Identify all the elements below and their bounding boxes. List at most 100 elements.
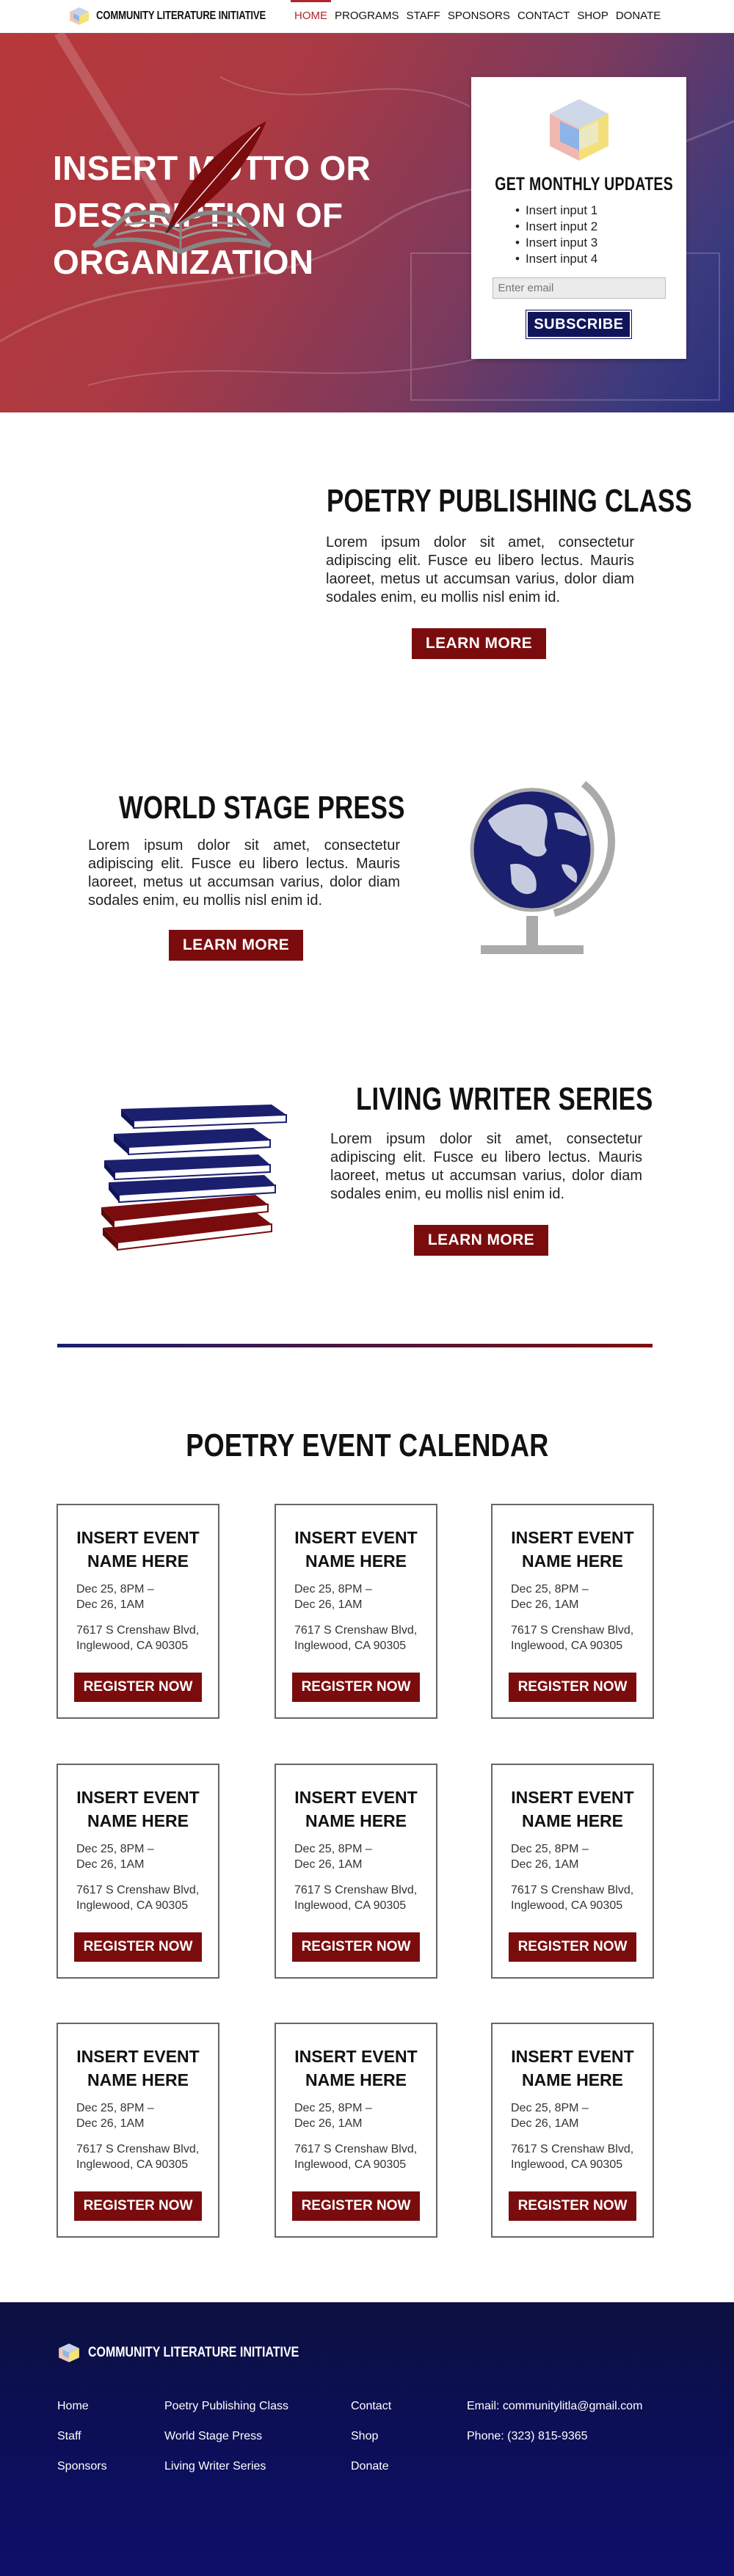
footer-link-donate[interactable]: Donate [351, 2459, 391, 2489]
event-address: 7617 S Crenshaw Blvd, Inglewood, CA 90305 [76, 1882, 218, 1913]
footer-brand-name: COMMUNITY LITERATURE INITIATIVE [88, 2345, 299, 2360]
register-now-button[interactable]: REGISTER NOW [292, 2191, 420, 2221]
event-date-end: Dec 26, 1AM [511, 1858, 579, 1871]
event-date-start: Dec 25, 8PM – [511, 2102, 589, 2114]
event-address-city: Inglewood, CA 90305 [294, 1899, 407, 1912]
event-date-start: Dec 25, 8PM – [76, 2102, 154, 2114]
register-now-button[interactable]: REGISTER NOW [292, 1932, 420, 1962]
footer-link-living-writer[interactable]: Living Writer Series [164, 2459, 288, 2489]
footer-link-home[interactable]: Home [57, 2399, 107, 2429]
event-address-city: Inglewood, CA 90305 [511, 1640, 623, 1652]
signup-title: GET MONTHLY UPDATES [495, 174, 674, 194]
footer-link-staff[interactable]: Staff [57, 2429, 107, 2459]
event-date-end: Dec 26, 1AM [76, 1858, 145, 1871]
signup-logo [542, 93, 616, 167]
event-address-city: Inglewood, CA 90305 [76, 2158, 189, 2171]
nav-brand-name: COMMUNITY LITERATURE INITIATIVE [96, 10, 266, 22]
event-address-city: Inglewood, CA 90305 [76, 1640, 189, 1652]
event-address: 7617 S Crenshaw Blvd, Inglewood, CA 90305 [511, 1623, 653, 1653]
book-stack-icon [101, 1105, 287, 1251]
event-address-street: 7617 S Crenshaw Blvd, [511, 1884, 634, 1896]
event-address-city: Inglewood, CA 90305 [294, 1640, 407, 1652]
event-card: INSERT EVENT NAME HERE Dec 25, 8PM – Dec 2… [491, 1764, 654, 1979]
footer-link-contact[interactable]: Contact [351, 2399, 391, 2429]
event-address-street: 7617 S Crenshaw Blvd, [294, 2143, 418, 2155]
nav-home[interactable]: HOME [291, 0, 331, 33]
event-name: INSERT EVENT NAME HERE [511, 1788, 634, 1830]
event-date-end: Dec 26, 1AM [294, 1858, 363, 1871]
event-date-end: Dec 26, 1AM [76, 1598, 145, 1611]
footer-link-world-stage-press[interactable]: World Stage Press [164, 2429, 288, 2459]
section-divider [57, 1344, 653, 1347]
feature-body: Lorem ipsum dolor sit amet, consectetur … [326, 534, 634, 605]
register-now-button[interactable]: REGISTER NOW [292, 1673, 420, 1702]
register-now-button[interactable]: REGISTER NOW [509, 1932, 636, 1962]
event-date: Dec 25, 8PM – Dec 26, 1AM [76, 1841, 218, 1872]
footer-phone: Phone: (323) 815-9365 [467, 2430, 588, 2442]
event-card: INSERT EVENT NAME HERE Dec 25, 8PM – Dec 2… [275, 2023, 437, 2238]
event-name: INSERT EVENT NAME HERE [294, 2047, 418, 2089]
event-address: 7617 S Crenshaw Blvd, Inglewood, CA 90305 [511, 2142, 653, 2172]
event-name: INSERT EVENT NAME HERE [76, 2047, 200, 2089]
event-date-start: Dec 25, 8PM – [511, 1583, 589, 1596]
footer-brand[interactable]: COMMUNITY LITERATURE INITIATIVE [57, 2343, 339, 2363]
nav-shop[interactable]: SHOP [573, 0, 612, 33]
register-now-button[interactable]: REGISTER NOW [509, 1673, 636, 1702]
nav-links: HOME PROGRAMS STAFF SPONSORS CONTACT SHO… [291, 0, 664, 33]
event-date-start: Dec 25, 8PM – [76, 1583, 154, 1596]
event-address: 7617 S Crenshaw Blvd, Inglewood, CA 90305 [294, 1623, 436, 1653]
event-address: 7617 S Crenshaw Blvd, Inglewood, CA 90305 [76, 1623, 218, 1653]
event-date-start: Dec 25, 8PM – [76, 1843, 154, 1855]
event-date-end: Dec 26, 1AM [294, 1598, 363, 1611]
event-date-start: Dec 25, 8PM – [294, 1843, 372, 1855]
event-address: 7617 S Crenshaw Blvd, Inglewood, CA 90305 [294, 2142, 436, 2172]
event-card: INSERT EVENT NAME HERE Dec 25, 8PM – Dec 2… [491, 2023, 654, 2238]
event-name: INSERT EVENT NAME HERE [294, 1788, 418, 1830]
nav-sponsors[interactable]: SPONSORS [444, 0, 514, 33]
nav-staff[interactable]: STAFF [403, 0, 444, 33]
event-card: INSERT EVENT NAME HERE Dec 25, 8PM – Dec 2… [275, 1504, 437, 1719]
subscribe-button[interactable]: SUBSCRIBE [526, 310, 632, 339]
feature-body: Lorem ipsum dolor sit amet, consectetur … [330, 1131, 642, 1202]
nav-brand[interactable]: COMMUNITY LITERATURE INITIATIVE [68, 7, 303, 26]
event-name: INSERT EVENT NAME HERE [76, 1788, 200, 1830]
register-now-button[interactable]: REGISTER NOW [509, 2191, 636, 2221]
event-address: 7617 S Crenshaw Blvd, Inglewood, CA 90305 [76, 2142, 218, 2172]
event-card: INSERT EVENT NAME HERE Dec 25, 8PM – Dec 2… [491, 1504, 654, 1719]
footer-email: Email: communitylitla@gmail.com [467, 2400, 643, 2412]
signup-bullet: Insert input 4 [515, 251, 686, 267]
footer: COMMUNITY LITERATURE INITIATIVE Home Sta… [0, 2302, 734, 2576]
event-date: Dec 25, 8PM – Dec 26, 1AM [511, 1841, 653, 1872]
learn-more-button[interactable]: LEARN MORE [169, 930, 303, 961]
event-address-street: 7617 S Crenshaw Blvd, [511, 2143, 634, 2155]
event-date: Dec 25, 8PM – Dec 26, 1AM [76, 2100, 218, 2131]
event-date-end: Dec 26, 1AM [511, 2117, 579, 2130]
event-name: INSERT EVENT NAME HERE [511, 1528, 634, 1571]
register-now-button[interactable]: REGISTER NOW [74, 1673, 202, 1702]
calendar-title: POETRY EVENT CALENDAR [0, 1427, 734, 1464]
nav-contact[interactable]: CONTACT [514, 0, 573, 33]
event-card: INSERT EVENT NAME HERE Dec 25, 8PM – Dec 2… [57, 1764, 219, 1979]
footer-link-sponsors[interactable]: Sponsors [57, 2459, 107, 2489]
cube-logo-icon [59, 2343, 79, 2362]
signup-bullet: Insert input 2 [515, 219, 686, 235]
learn-more-button[interactable]: LEARN MORE [414, 1225, 548, 1256]
footer-link-shop[interactable]: Shop [351, 2429, 391, 2459]
feature-title: POETRY PUBLISHING CLASS [327, 483, 692, 519]
feature-title: LIVING WRITER SERIES [356, 1081, 653, 1117]
calendar-title-text: POETRY EVENT CALENDAR [185, 1427, 549, 1463]
event-address-street: 7617 S Crenshaw Blvd, [294, 1884, 418, 1896]
event-name: INSERT EVENT NAME HERE [294, 1528, 418, 1571]
nav-donate[interactable]: DONATE [612, 0, 664, 33]
event-address-city: Inglewood, CA 90305 [294, 2158, 407, 2171]
event-date-end: Dec 26, 1AM [294, 2117, 363, 2130]
event-address-street: 7617 S Crenshaw Blvd, [511, 1624, 634, 1637]
event-address-street: 7617 S Crenshaw Blvd, [294, 1624, 418, 1637]
register-now-button[interactable]: REGISTER NOW [74, 1932, 202, 1962]
email-input[interactable] [492, 277, 666, 299]
register-now-button[interactable]: REGISTER NOW [74, 2191, 202, 2221]
event-address-city: Inglewood, CA 90305 [76, 1899, 189, 1912]
footer-link-poetry-publishing[interactable]: Poetry Publishing Class [164, 2399, 288, 2429]
learn-more-button[interactable]: LEARN MORE [412, 628, 546, 659]
nav-programs[interactable]: PROGRAMS [331, 0, 403, 33]
